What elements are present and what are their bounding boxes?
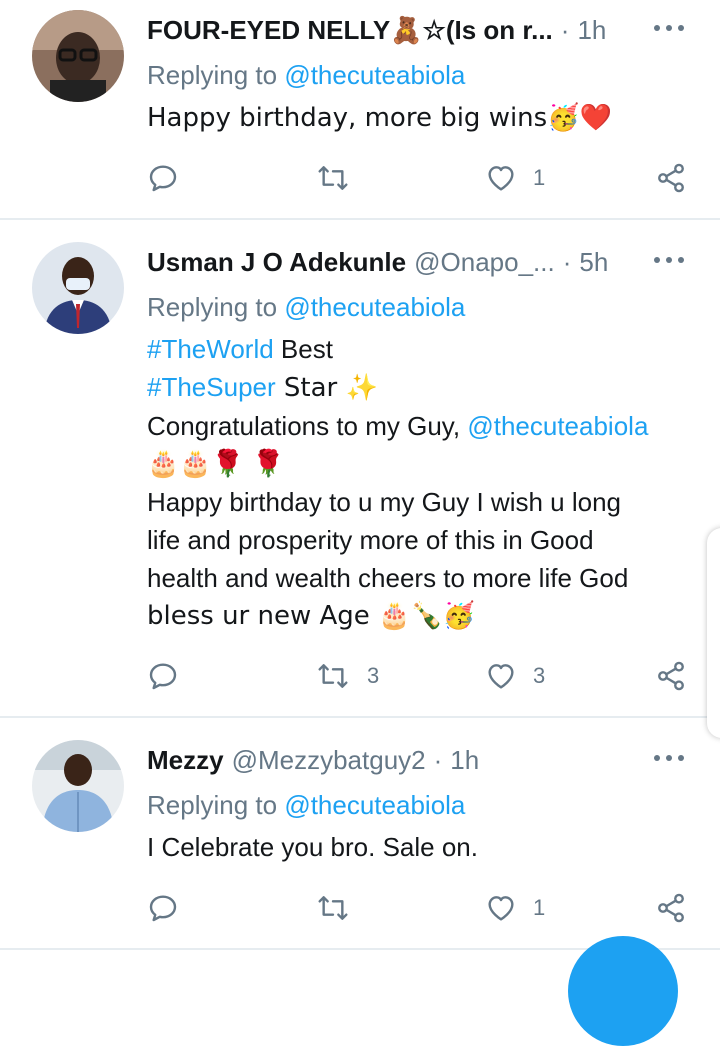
text-span: Congratulations to my Guy, — [147, 411, 468, 441]
tweet-text-line: life and prosperity more of this in Good — [147, 525, 594, 555]
more-options-icon[interactable] — [654, 18, 684, 38]
reply-button[interactable] — [147, 158, 179, 198]
tweet-text-line: Congratulations to my Guy, @thecuteabiol… — [147, 407, 692, 445]
tweet-actions: 1 — [0, 158, 720, 198]
tweet-actions: 1 — [0, 888, 720, 928]
retweet-button[interactable] — [315, 888, 367, 928]
tweet-text: Happy birthday, more big wins🥳❤️ — [147, 98, 692, 137]
separator-dot: · — [560, 14, 570, 45]
replying-to-label: Replying to — [147, 790, 278, 820]
tweet-text-line: #TheWorld Best — [147, 330, 692, 368]
like-button[interactable]: 1 — [485, 158, 545, 198]
replying-to-label: Replying to — [147, 60, 278, 90]
reply-button[interactable] — [147, 888, 179, 928]
avatar[interactable] — [32, 10, 124, 102]
display-name[interactable]: FOUR-EYED NELLY🧸☆(Is on r... — [147, 15, 553, 46]
replying-to: Replying to @thecuteabiola — [147, 790, 465, 821]
share-icon — [658, 661, 684, 691]
separator-dot: · — [433, 744, 443, 775]
timestamp[interactable]: 1h — [577, 15, 606, 46]
hashtag[interactable]: #TheSuper — [147, 372, 276, 402]
share-icon — [658, 163, 684, 193]
scroll-handle[interactable] — [707, 528, 720, 738]
retweet-icon — [318, 166, 348, 190]
retweet-icon — [318, 664, 348, 688]
tweet-header: FOUR-EYED NELLY🧸☆(Is on r... · 1h — [147, 12, 687, 48]
retweet-button[interactable] — [315, 158, 367, 198]
replying-to-label: Replying to — [147, 292, 278, 322]
tweet-text-line: I Celebrate you bro. Sale on. — [147, 832, 478, 862]
reply-icon — [149, 663, 177, 690]
replying-to: Replying to @thecuteabiola — [147, 60, 465, 91]
tweet-header: Usman J O Adekunle @Onapo_... · 5h — [147, 244, 687, 280]
username[interactable]: @Mezzybatguy2 — [232, 745, 426, 776]
retweet-button[interactable]: 3 — [315, 656, 379, 696]
share-icon — [658, 893, 684, 923]
share-button[interactable] — [655, 158, 687, 198]
display-name[interactable]: Usman J O Adekunle — [147, 247, 406, 278]
compose-button[interactable] — [568, 936, 678, 1046]
tweet-3[interactable]: Mezzy @Mezzybatguy2 · 1h Replying to @th… — [0, 740, 720, 950]
tweet-text: I Celebrate you bro. Sale on. — [147, 828, 692, 866]
tweet-text-line: health and wealth cheers to more life Go… — [147, 563, 629, 593]
like-count: 3 — [533, 663, 546, 688]
like-count: 1 — [533, 895, 546, 920]
replying-to-mention[interactable]: @thecuteabiola — [284, 790, 465, 820]
replying-to: Replying to @thecuteabiola — [147, 292, 465, 323]
tweet-text-line: #TheSuper Star ✨ — [147, 368, 692, 407]
avatar[interactable] — [32, 740, 124, 832]
display-name[interactable]: Mezzy — [147, 745, 224, 776]
text-span: Best — [273, 334, 333, 364]
hashtag[interactable]: #TheWorld — [147, 334, 274, 364]
like-button[interactable]: 3 — [485, 656, 545, 696]
username[interactable]: @Onapo_... — [414, 247, 555, 278]
share-button[interactable] — [655, 888, 687, 928]
tweet-text: #TheWorld Best #TheSuper Star ✨ Congratu… — [147, 330, 692, 635]
timestamp[interactable]: 5h — [579, 247, 608, 278]
tweet-actions: 3 3 — [0, 656, 720, 696]
tweet-text-line: Happy birthday, more big wins🥳❤️ — [147, 103, 612, 133]
avatar[interactable] — [32, 242, 124, 334]
reply-icon — [149, 165, 177, 192]
replying-to-mention[interactable]: @thecuteabiola — [284, 292, 465, 322]
divider — [0, 716, 720, 718]
reply-button[interactable] — [147, 656, 179, 696]
share-button[interactable] — [655, 656, 687, 696]
heart-icon — [488, 896, 514, 921]
reply-icon — [149, 895, 177, 922]
tweet-header: Mezzy @Mezzybatguy2 · 1h — [147, 742, 687, 778]
heart-icon — [488, 166, 514, 191]
like-button[interactable]: 1 — [485, 888, 545, 928]
mention-link[interactable]: @thecuteabiola — [467, 411, 648, 441]
retweet-count: 3 — [367, 663, 380, 688]
tweet-text-line: Happy birthday to u my Guy I wish u long — [147, 487, 622, 517]
divider — [0, 218, 720, 220]
text-span: Star ✨ — [275, 373, 378, 403]
tweet-2[interactable]: Usman J O Adekunle @Onapo_... · 5h Reply… — [0, 242, 720, 712]
more-options-icon[interactable] — [654, 250, 684, 270]
tweet-text-line: bless ur new Age 🎂🍾🥳 — [147, 601, 476, 631]
heart-icon — [488, 664, 514, 689]
timestamp[interactable]: 1h — [450, 745, 479, 776]
separator-dot: · — [562, 246, 572, 277]
more-options-icon[interactable] — [654, 748, 684, 768]
retweet-icon — [318, 896, 348, 920]
tweet-1[interactable]: FOUR-EYED NELLY🧸☆(Is on r... · 1h Replyi… — [0, 10, 720, 220]
tweet-text-line: 🎂🎂🌹 🌹 — [147, 449, 285, 479]
replying-to-mention[interactable]: @thecuteabiola — [284, 60, 465, 90]
like-count: 1 — [533, 165, 546, 190]
